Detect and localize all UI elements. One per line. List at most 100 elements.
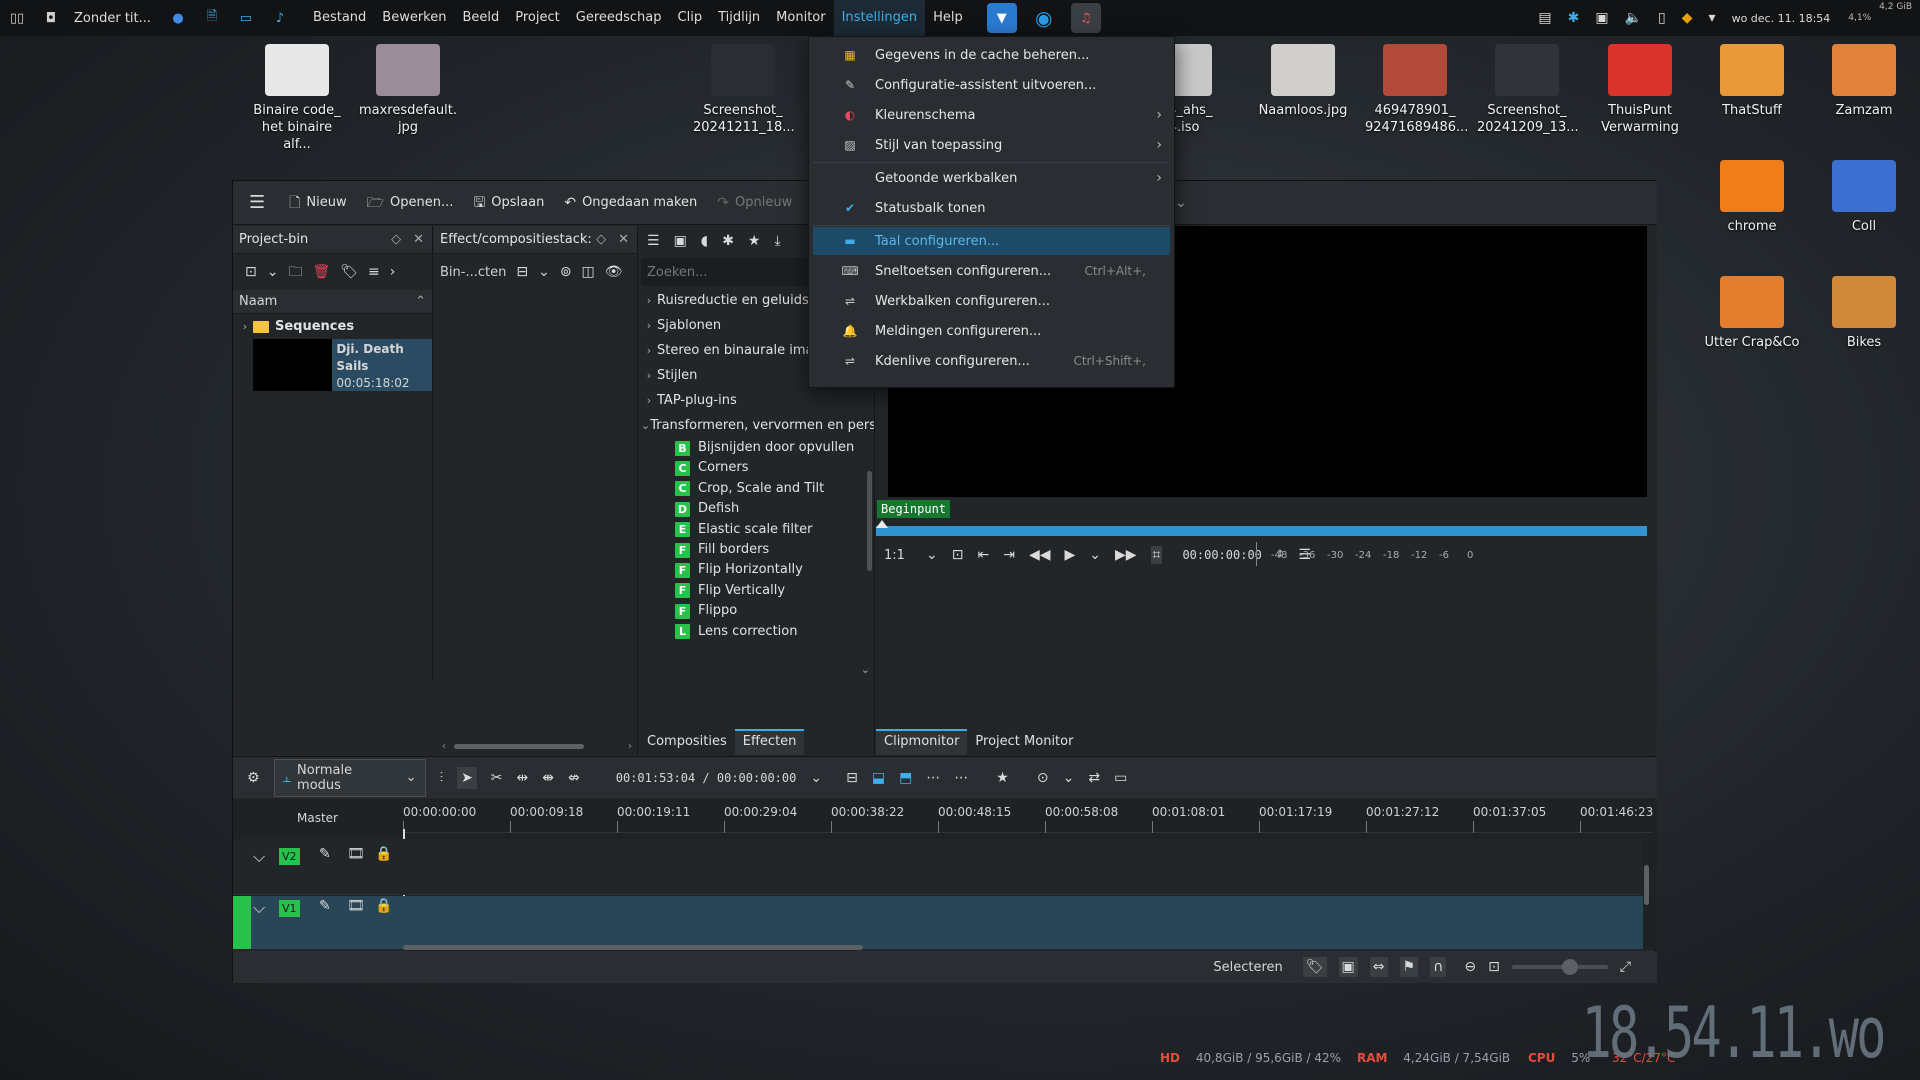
audio-effects-icon[interactable]: ◖ bbox=[701, 234, 708, 248]
new-button[interactable]: 🗋 Nieuw bbox=[279, 187, 356, 219]
chevron-right-icon[interactable]: › bbox=[390, 265, 396, 279]
bin-column-header[interactable]: Naam ⌃ bbox=[233, 290, 432, 314]
effect-item[interactable]: F Flip Vertically bbox=[641, 581, 874, 601]
compare-icon[interactable]: ⊟ bbox=[516, 265, 528, 279]
menu-clip[interactable]: Clip bbox=[670, 0, 711, 36]
desktop-icon[interactable]: maxresdefault. jpg bbox=[358, 44, 458, 136]
folder-icon[interactable]: ▭ bbox=[235, 7, 257, 29]
effect-item[interactable]: B Bijsnijden door opvullen bbox=[641, 438, 874, 458]
slide-icon[interactable]: ⇎ bbox=[568, 771, 580, 785]
desktop-icon[interactable]: Screenshot_ 20241211_18... bbox=[693, 44, 795, 136]
settings-menu-item-2[interactable]: ◐ Kleurenschema › bbox=[813, 101, 1170, 129]
thumbnail-icon[interactable]: ▣ bbox=[1338, 957, 1358, 977]
desktop-icon[interactable]: Zamzam bbox=[1814, 44, 1914, 119]
menu-project[interactable]: Project bbox=[507, 0, 567, 36]
chevron-down-icon[interactable]: ⌄ bbox=[267, 265, 279, 279]
chevron-down-icon[interactable]: ⌄ bbox=[926, 548, 938, 562]
menu-gereedschap[interactable]: Gereedschap bbox=[568, 0, 670, 36]
effect-stack-scrollbar[interactable]: ‹ › bbox=[442, 739, 632, 753]
timeline-settings-icon[interactable]: ⚙ bbox=[247, 771, 260, 785]
zoom-slider[interactable] bbox=[1511, 959, 1608, 975]
settings-menu-item-10[interactable]: ⇌ Kdenlive configureren... Ctrl+Shift+, bbox=[813, 347, 1170, 375]
effects-scrollbar[interactable] bbox=[867, 471, 872, 571]
split-icon[interactable]: ◫ bbox=[582, 265, 595, 279]
rewind-icon[interactable]: ◀◀ bbox=[1029, 548, 1051, 562]
settings-menu-item-6[interactable]: ▬ Taal configureren... bbox=[813, 227, 1170, 255]
menu-beeld[interactable]: Beeld bbox=[454, 0, 507, 36]
timeline-ruler[interactable]: 00:00:00:00 00:00:09:18 00:00:19:11 00:00:2… bbox=[403, 799, 1653, 833]
desktop-icon[interactable]: ThatStuff bbox=[1702, 44, 1802, 119]
track-v1-label[interactable]: V1 bbox=[279, 900, 300, 917]
menu-instellingen[interactable]: Instellingen bbox=[833, 0, 926, 36]
timeline-h-scrollbar[interactable] bbox=[403, 945, 863, 950]
snap-icon[interactable]: ∩ bbox=[1430, 957, 1447, 977]
chevron-down-icon[interactable]: ⌄ bbox=[1089, 548, 1101, 562]
mode-select[interactable]: ⫠ Normale modus ⌄ bbox=[273, 758, 426, 797]
desktop-icon[interactable]: 469478901_ 92471689486... bbox=[1365, 44, 1468, 136]
scroll-down-icon[interactable]: ⌄ bbox=[861, 663, 870, 676]
spacer-tool-icon[interactable]: ⫶ bbox=[440, 771, 444, 785]
subtitle-icon[interactable]: ▭ bbox=[1114, 771, 1127, 785]
desktop-icon[interactable]: Binaire code_ het binaire alf... bbox=[247, 44, 347, 153]
play-icon[interactable]: ▶ bbox=[1064, 548, 1075, 562]
float-icon[interactable]: ◇ bbox=[596, 226, 606, 254]
menu-monitor[interactable]: Monitor bbox=[768, 0, 833, 36]
settings-menu-item-7[interactable]: ⌨ Sneltoetsen configureren... Ctrl+Alt+, bbox=[813, 257, 1170, 285]
set-out-icon[interactable]: ⇥ bbox=[1003, 548, 1015, 562]
settings-menu-item-1[interactable]: ✎ Configuratie-assistent uitvoeren... bbox=[813, 71, 1170, 99]
list-icon[interactable]: ≡ bbox=[368, 265, 380, 279]
select-tool-icon[interactable]: ➤ bbox=[457, 766, 477, 789]
track-v2-label[interactable]: V2 bbox=[279, 848, 300, 865]
marker-icon[interactable]: ⚑ bbox=[1399, 957, 1419, 977]
effect-category[interactable]: › TAP-plug-ins bbox=[641, 388, 874, 413]
menu-bestand[interactable]: Bestand bbox=[305, 0, 374, 36]
effect-item[interactable]: C Corners bbox=[641, 458, 874, 478]
redo-button[interactable]: ↷ Opnieuw bbox=[707, 187, 802, 219]
save-button[interactable]: 🖫 Opslaan bbox=[463, 187, 554, 219]
menu-tijdlijn[interactable]: Tijdlijn bbox=[710, 0, 768, 36]
effect-item[interactable]: D Defish bbox=[641, 499, 874, 519]
sequences-folder[interactable]: › Sequences bbox=[233, 314, 432, 339]
float-icon[interactable]: ◇ bbox=[391, 226, 401, 254]
record-icon[interactable]: ⊙ bbox=[1037, 771, 1049, 785]
effect-category[interactable]: ⌄Transformeren, vervormen en perspectief bbox=[641, 413, 874, 438]
volume-icon[interactable]: 🔈 bbox=[1625, 11, 1642, 25]
battery-icon[interactable]: ▯ bbox=[1658, 11, 1666, 25]
download-icon[interactable]: ⤓ bbox=[774, 234, 780, 248]
desktop-icon[interactable]: ThuisPunt Verwarming bbox=[1590, 44, 1690, 136]
tag-icon[interactable]: 🏷 bbox=[1302, 957, 1327, 977]
crop-icon[interactable]: ⌗ bbox=[1150, 546, 1163, 564]
settings-menu-item-0[interactable]: ▦ Gegevens in de cache beheren... bbox=[813, 41, 1170, 69]
settings-menu-item-8[interactable]: ⇌ Werkbalken configureren... bbox=[813, 287, 1170, 315]
menu-bewerken[interactable]: Bewerken bbox=[374, 0, 454, 36]
effects-track-icon[interactable]: ✎ bbox=[319, 847, 331, 861]
tag-icon[interactable]: 🏷 bbox=[340, 265, 358, 279]
blue-dot-icon[interactable]: ● bbox=[167, 7, 189, 29]
bluetooth-icon[interactable]: ✱ bbox=[1568, 11, 1580, 25]
desktop-icon[interactable]: Screenshot_ 20241209_13... bbox=[1477, 44, 1579, 136]
desktop-icon[interactable]: chrome bbox=[1702, 160, 1802, 235]
timeline-v-scrollbar[interactable] bbox=[1644, 865, 1649, 905]
settings-menu-item-3[interactable]: ▨ Stijl van toepassing › bbox=[813, 131, 1170, 159]
slip-icon[interactable]: ⇼ bbox=[542, 771, 554, 785]
effect-item[interactable]: E Elastic scale filter bbox=[641, 520, 874, 540]
safe-zone-icon[interactable]: ⊡ bbox=[952, 548, 964, 562]
clip-item[interactable]: Dji. Death Sails 00:05:18:02 bbox=[253, 339, 432, 391]
toolbar-chevron-icon[interactable]: ⌄ bbox=[1175, 196, 1187, 210]
zoom-select[interactable]: 1:1 bbox=[884, 548, 912, 563]
hamburger-menu-icon[interactable]: ☰ bbox=[249, 193, 265, 212]
custom-effects-icon[interactable]: ✱ bbox=[722, 234, 734, 248]
razor-tool-icon[interactable]: ✂ bbox=[491, 771, 503, 785]
track-v1[interactable]: ⌵ V1 ✎ 🎞 🔒 bbox=[233, 896, 1643, 949]
add-clip-icon[interactable]: ⊡ bbox=[245, 265, 257, 279]
file-search-icon[interactable]: 🗎 bbox=[201, 7, 223, 29]
close-icon[interactable]: ✕ bbox=[618, 226, 629, 254]
film-icon[interactable]: 🎞 bbox=[347, 899, 365, 913]
desktop-icon[interactable]: Bikes bbox=[1814, 276, 1914, 351]
tab-project-monitor[interactable]: Project Monitor bbox=[967, 729, 1081, 755]
delete-icon[interactable]: 🗑 bbox=[312, 265, 330, 279]
brave-icon[interactable]: ▼ bbox=[986, 3, 1017, 33]
window-switcher-icon[interactable]: ▯▯ bbox=[6, 7, 28, 29]
monitor-timeline-bar[interactable] bbox=[876, 526, 1647, 536]
tab-clipmonitor[interactable]: Clipmonitor bbox=[876, 729, 968, 755]
